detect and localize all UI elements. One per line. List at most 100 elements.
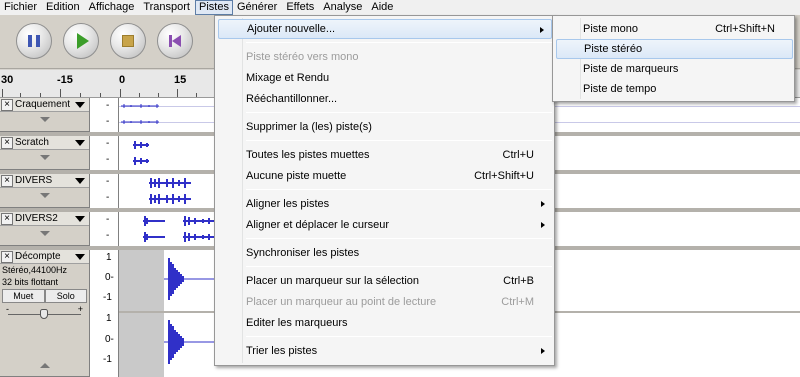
menu-item-marqueur-selection[interactable]: Placer un marqueur sur la sélection Ctrl…	[218, 271, 552, 291]
menu-item-toutes-muettes[interactable]: Toutes les pistes muettes Ctrl+U	[218, 145, 552, 165]
menu-item-aligner-pistes[interactable]: Aligner les pistes	[218, 194, 552, 214]
menu-item-label: Piste stéréo vers mono	[246, 51, 359, 63]
chevron-down-icon[interactable]	[75, 253, 85, 260]
menu-analyse[interactable]: Analyse	[319, 0, 367, 15]
skip-start-button[interactable]	[157, 23, 193, 59]
menu-separator	[246, 140, 552, 141]
collapse-button[interactable]	[0, 112, 89, 126]
scale-label: -	[106, 116, 110, 127]
scale-label: -	[106, 154, 110, 165]
menu-item-label: Toutes les pistes muettes	[246, 149, 370, 161]
track-control-panel: × DIVERS2	[0, 212, 90, 246]
menu-item-ajouter-nouvelle[interactable]: Ajouter nouvelle...	[218, 19, 552, 39]
slider-thumb[interactable]	[40, 309, 48, 319]
track-name[interactable]: Décompte	[13, 251, 75, 262]
stop-button[interactable]	[110, 23, 146, 59]
track-name-row[interactable]: × DIVERS	[0, 174, 89, 188]
chevron-down-icon[interactable]	[75, 101, 85, 108]
track-name[interactable]: Scratch	[13, 137, 75, 148]
menu-item-mixage-rendu[interactable]: Mixage et Rendu	[218, 68, 552, 88]
ruler-tick	[100, 93, 101, 97]
submenu-item-piste-mono[interactable]: Piste mono Ctrl+Shift+N	[556, 19, 793, 39]
menu-item-trier-pistes[interactable]: Trier les pistes	[218, 341, 552, 361]
collapse-button[interactable]	[0, 358, 90, 372]
play-button[interactable]	[63, 23, 99, 59]
track-name[interactable]: DIVERS	[13, 175, 75, 186]
menu-item-label: Piste mono	[583, 23, 639, 35]
menu-item-stereo-vers-mono[interactable]: Piste stéréo vers mono	[218, 47, 552, 67]
collapse-button[interactable]	[0, 150, 89, 164]
close-icon[interactable]: ×	[1, 98, 13, 111]
menubar: Fichier Edition Affichage Transport Pist…	[0, 0, 800, 15]
menu-item-shortcut: Ctrl+B	[503, 275, 534, 287]
menu-edition[interactable]: Edition	[42, 0, 85, 15]
track-name[interactable]: Craquement	[13, 99, 75, 110]
track-scale: - -	[90, 98, 119, 132]
close-icon[interactable]: ×	[1, 250, 13, 263]
track-name-row[interactable]: × Craquement	[0, 98, 89, 112]
track-control-panel: × Décompte Stéréo,44100Hz 32 bits flotta…	[0, 250, 90, 377]
track-scale: - -	[90, 174, 119, 208]
close-icon[interactable]: ×	[1, 136, 13, 149]
menu-separator	[246, 42, 552, 43]
pause-icon	[28, 35, 40, 47]
menu-generer[interactable]: Générer	[233, 0, 282, 15]
submenu-item-piste-tempo[interactable]: Piste de tempo	[556, 79, 793, 99]
close-icon[interactable]: ×	[1, 212, 13, 225]
chevron-down-icon	[39, 230, 50, 236]
submenu-item-piste-marqueurs[interactable]: Piste de marqueurs	[556, 59, 793, 79]
collapse-button[interactable]	[0, 188, 89, 202]
ruler-tick	[158, 93, 159, 97]
menu-item-aligner-deplacer[interactable]: Aligner et déplacer le curseur	[218, 215, 552, 235]
submenu-item-piste-stereo[interactable]: Piste stéréo	[556, 39, 793, 59]
track-name-row[interactable]: × Décompte	[0, 250, 89, 264]
mute-button[interactable]: Muet	[2, 289, 45, 303]
chevron-down-icon[interactable]	[75, 177, 85, 184]
chevron-down-icon	[39, 192, 50, 198]
menu-item-label: Trier les pistes	[246, 345, 318, 357]
menu-separator	[246, 112, 552, 113]
chevron-down-icon	[39, 154, 50, 160]
menu-effets[interactable]: Effets	[282, 0, 319, 15]
submenu-arrow-icon	[541, 348, 545, 354]
stop-icon	[122, 35, 134, 47]
menu-item-editer-marqueurs[interactable]: Editer les marqueurs	[218, 313, 552, 333]
menu-aide[interactable]: Aide	[367, 0, 398, 15]
gain-plus-label: +	[77, 304, 83, 314]
menu-separator	[246, 336, 552, 337]
scale-label: -	[106, 138, 110, 149]
menu-pistes[interactable]: Pistes	[195, 0, 233, 15]
scale-label: 1	[106, 252, 112, 263]
audacity-window: Fichier Edition Affichage Transport Pist…	[0, 0, 800, 377]
scale-label: -1	[103, 292, 112, 303]
menu-item-synchroniser[interactable]: Synchroniser les pistes	[218, 243, 552, 263]
close-icon[interactable]: ×	[1, 174, 13, 187]
scale-label: 0-	[105, 272, 114, 283]
menu-item-shortcut: Ctrl+Shift+N	[715, 23, 775, 35]
pause-button[interactable]	[16, 23, 52, 59]
ruler-label: 30	[1, 74, 14, 86]
gain-slider[interactable]: - +	[0, 304, 89, 322]
menu-transport[interactable]: Transport	[139, 0, 195, 15]
chevron-down-icon[interactable]	[75, 139, 85, 146]
scale-label: 0-	[105, 334, 114, 345]
menu-item-label: Placer un marqueur sur la sélection	[246, 275, 420, 287]
track-format: Stéréo,44100Hz	[2, 265, 68, 275]
track-name-row[interactable]: × Scratch	[0, 136, 89, 150]
track-name[interactable]: DIVERS2	[13, 213, 75, 224]
menu-affichage[interactable]: Affichage	[85, 0, 140, 15]
menu-item-marqueur-lecture[interactable]: Placer un marqueur au point de lecture C…	[218, 292, 552, 312]
collapse-button[interactable]	[0, 226, 89, 240]
menu-item-supprimer-pistes[interactable]: Supprimer la (les) piste(s)	[218, 117, 552, 137]
solo-button[interactable]: Solo	[44, 289, 87, 303]
track-name-row[interactable]: × DIVERS2	[0, 212, 89, 226]
track-control-panel: × Craquement	[0, 98, 90, 132]
track-bit-depth: 32 bits flottant	[2, 277, 59, 287]
menu-item-label: Piste de tempo	[583, 83, 657, 95]
menu-item-aucune-muette[interactable]: Aucune piste muette Ctrl+Shift+U	[218, 166, 552, 186]
menu-item-label: Piste de marqueurs	[583, 63, 679, 75]
menu-item-reechantillonner[interactable]: Rééchantillonner...	[218, 89, 552, 109]
menu-fichier[interactable]: Fichier	[0, 0, 42, 15]
chevron-down-icon[interactable]	[75, 215, 85, 222]
scale-label: 1	[106, 313, 112, 324]
